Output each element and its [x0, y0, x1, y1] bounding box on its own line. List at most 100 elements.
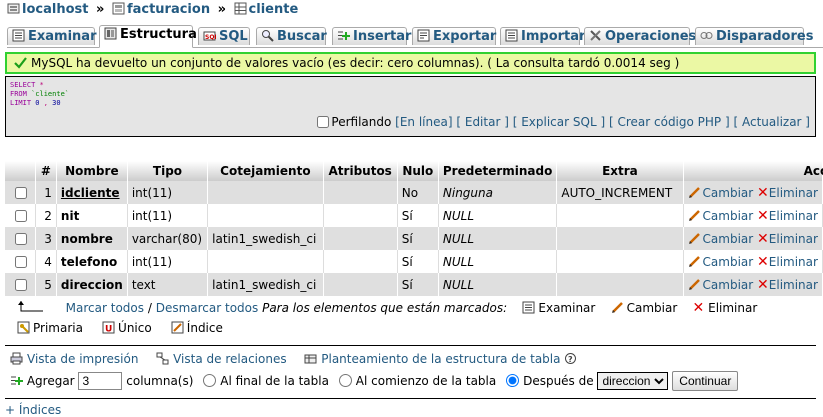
tab-operaciones[interactable]: Operaciones: [584, 27, 696, 45]
drop-button[interactable]: ✕: [757, 208, 769, 224]
header-collation: Cotejamiento: [207, 161, 324, 181]
create-php-link[interactable]: [ Crear código PHP ]: [609, 115, 730, 129]
header-type: Tipo: [127, 161, 209, 181]
after-radio[interactable]: [506, 374, 520, 387]
tab-estructura[interactable]: Estructura: [99, 25, 197, 48]
success-message-text: MySQL ha devuelto un conjunto de valores…: [31, 56, 680, 70]
browse-icon: [12, 29, 25, 42]
table-row: 3 nombre varchar(80) latin1_swedish_ci S…: [5, 227, 823, 250]
svg-text:SQL: SQL: [205, 34, 216, 41]
marked-text: Para los elementos que están marcados:: [262, 301, 508, 315]
drop-button[interactable]: ✕: [757, 231, 769, 247]
header-checkbox-col: [5, 161, 36, 181]
row-checkbox[interactable]: [15, 232, 27, 245]
unique-icon: U: [102, 321, 115, 334]
svg-text:?: ?: [568, 355, 573, 364]
row-checkbox[interactable]: [15, 278, 27, 291]
relations-icon: [156, 352, 169, 365]
breadcrumb-table[interactable]: cliente: [249, 2, 299, 17]
marked-change-button[interactable]: Cambiar: [611, 301, 677, 315]
header-attributes: Atributos: [323, 161, 398, 181]
propose-structure-link[interactable]: Planteamiento de la estructura de tabla: [321, 352, 560, 366]
propose-structure-icon: [304, 352, 317, 365]
import-icon: [505, 29, 518, 42]
tab-importar[interactable]: Importar: [500, 27, 585, 45]
explain-sql-link[interactable]: [ Explicar SQL ]: [513, 115, 605, 129]
print-view-link[interactable]: Vista de impresión: [27, 352, 138, 366]
export-icon: [417, 29, 430, 42]
change-button[interactable]: Cambiar: [688, 209, 753, 223]
field-name: telefono: [56, 250, 128, 273]
inline-edit-link[interactable]: [En línea]: [395, 115, 452, 129]
at-beginning-radio[interactable]: [338, 374, 352, 387]
table-header-row: # Nombre Tipo Cotejamiento Atributos Nul…: [5, 161, 823, 181]
svg-text:U: U: [105, 325, 112, 335]
row-checkbox[interactable]: [15, 255, 27, 268]
operations-icon: [589, 29, 602, 42]
tab-bar: Examinar Estructura SQLSQL Buscar Insert…: [7, 25, 823, 48]
change-button[interactable]: Cambiar: [688, 255, 753, 269]
after-column-select[interactable]: direccion: [597, 372, 669, 390]
drop-button[interactable]: ✕: [757, 277, 769, 293]
header-name: Nombre: [56, 161, 128, 181]
drop-button[interactable]: ✕: [757, 185, 769, 201]
marked-index-button[interactable]: Índice: [171, 321, 223, 335]
add-columns-form: Agregar columna(s) Al final de la tabla …: [10, 371, 739, 391]
check-all-link[interactable]: Marcar todos: [66, 301, 144, 315]
marked-primary-button[interactable]: Primaria: [17, 321, 83, 335]
marked-actions: Marcar todos / Desmarcar todos Para los …: [17, 300, 757, 316]
breadcrumb: localhost » facturacion » cliente: [7, 2, 298, 18]
sql-query-box: SELECT * FROM `cliente` LIMIT 0 , 30 Per…: [5, 76, 816, 137]
header-null: Nulo: [397, 161, 439, 181]
search-icon: [261, 29, 274, 42]
at-end-radio[interactable]: [203, 374, 217, 387]
table-row: 4 telefono int(11) Sí NULL Cambiar ✕Elim…: [5, 250, 823, 273]
sql-code[interactable]: SELECT * FROM `cliente` LIMIT 0 , 30: [10, 81, 69, 108]
browse-icon: [522, 301, 535, 314]
field-name: idcliente: [56, 181, 128, 204]
tab-exportar[interactable]: Exportar: [412, 27, 496, 45]
table-icon: [234, 2, 247, 15]
database-icon: [112, 2, 125, 15]
header-extra: Extra: [556, 161, 684, 181]
field-name: nit: [56, 204, 128, 227]
print-icon: [10, 352, 23, 365]
edit-sql-link[interactable]: [ Editar ]: [456, 115, 509, 129]
columns-label: columna(s): [126, 374, 194, 388]
pencil-icon: [688, 278, 701, 291]
add-column-icon: [10, 374, 23, 387]
change-button[interactable]: Cambiar: [688, 278, 753, 292]
add-count-input[interactable]: [78, 372, 123, 390]
drop-button[interactable]: ✕: [757, 254, 769, 270]
success-message: MySQL ha devuelto un conjunto de valores…: [5, 52, 816, 74]
marked-index-actions: Primaria U Único Índice: [17, 321, 223, 335]
server-icon: [7, 2, 20, 15]
breadcrumb-database[interactable]: facturacion: [127, 2, 210, 17]
table-tools: Vista de impresión Vista de relaciones P…: [10, 352, 581, 366]
continue-button[interactable]: Continuar: [672, 371, 739, 391]
tab-buscar[interactable]: Buscar: [256, 27, 327, 45]
tab-sql[interactable]: SQLSQL: [198, 27, 250, 45]
row-checkbox[interactable]: [15, 186, 27, 199]
marked-unique-button[interactable]: U Único: [102, 321, 152, 335]
structure-table: # Nombre Tipo Cotejamiento Atributos Nul…: [5, 161, 823, 296]
refresh-link[interactable]: [ Actualizar ]: [733, 115, 810, 129]
help-icon[interactable]: ?: [564, 352, 577, 365]
profiling-checkbox[interactable]: [317, 116, 330, 128]
tab-insertar[interactable]: Insertar: [332, 27, 411, 45]
field-name: nombre: [56, 227, 128, 250]
marked-drop-button[interactable]: ✕ Eliminar: [693, 300, 758, 316]
relations-view-link[interactable]: Vista de relaciones: [173, 352, 286, 366]
header-num: #: [35, 161, 57, 181]
tab-disparadores[interactable]: Disparadores: [695, 27, 813, 45]
structure-icon: [104, 27, 117, 40]
tab-examinar[interactable]: Examinar: [7, 27, 96, 45]
table-row: 5 direccion text latin1_swedish_ci Sí NU…: [5, 273, 823, 296]
sql-tools: Perfilando [En línea] [ Editar ] [ Expli…: [317, 115, 810, 129]
change-button[interactable]: Cambiar: [688, 232, 753, 246]
row-checkbox[interactable]: [15, 209, 27, 222]
change-button[interactable]: Cambiar: [688, 186, 753, 200]
breadcrumb-server[interactable]: localhost: [22, 2, 88, 17]
uncheck-all-link[interactable]: Desmarcar todos: [156, 301, 259, 315]
marked-browse-button[interactable]: Examinar: [522, 301, 595, 315]
